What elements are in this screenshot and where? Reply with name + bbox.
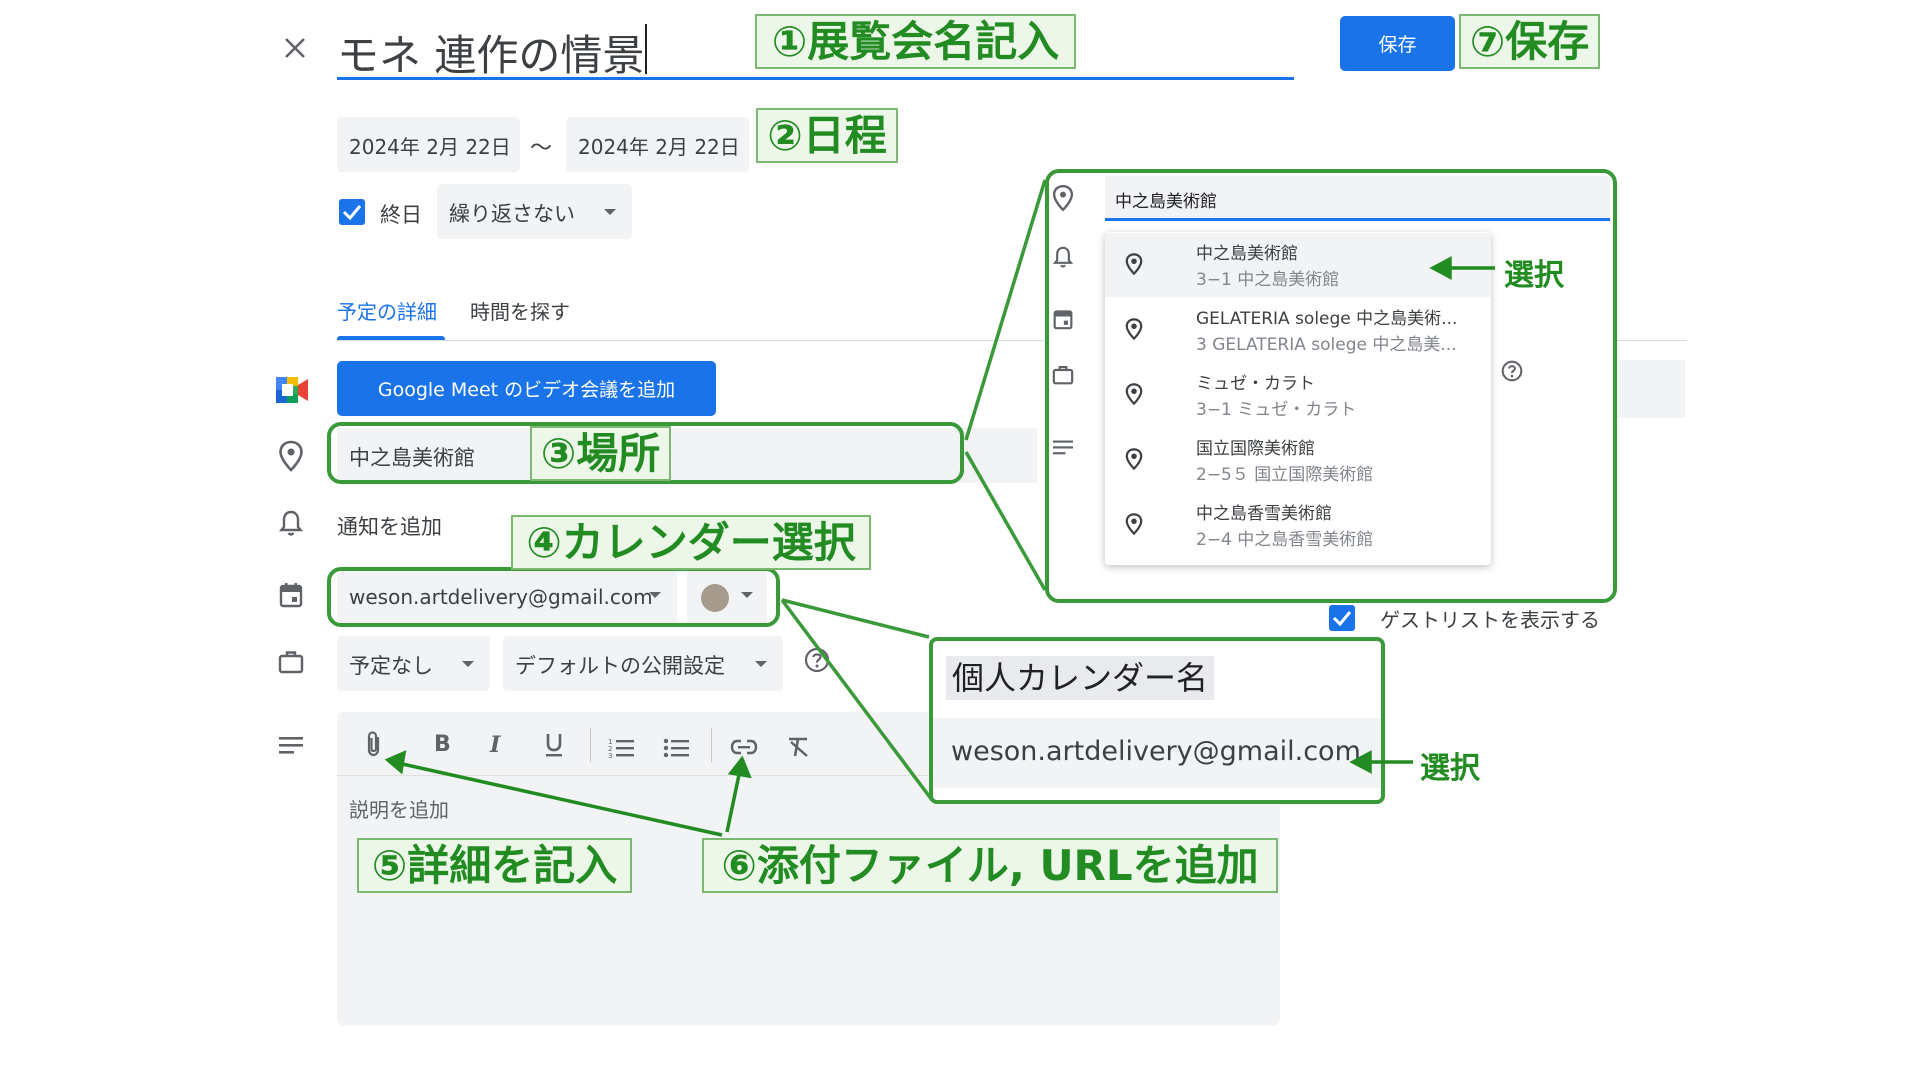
annotation-step4: ④カレンダー選択	[511, 515, 871, 570]
annotation-step2-text: ②日程	[767, 110, 887, 160]
annotation-step3: ③場所	[530, 426, 671, 481]
annotation-step7-text: ⑦保存	[1469, 16, 1590, 66]
annotation-step6-text: ⑥添付ファイル, URLを追加	[721, 840, 1259, 890]
annotation-step6: ⑥添付ファイル, URLを追加	[702, 838, 1278, 893]
annotation-step5-text: ⑤詳細を記入	[371, 840, 618, 890]
annotation-step2: ②日程	[756, 108, 898, 163]
annotation-lines	[384, 179, 1495, 837]
annotation-step3-text: ③場所	[540, 428, 661, 478]
annotation-step7: ⑦保存	[1459, 14, 1600, 69]
annotation-select-location: 選択	[1504, 258, 1564, 293]
annotation-step5: ⑤詳細を記入	[357, 838, 632, 893]
annotation-step4-text: ④カレンダー選択	[526, 517, 856, 567]
annotation-step1-text: ①展覧会名記入	[771, 16, 1060, 66]
annotation-step1: ①展覧会名記入	[755, 14, 1076, 69]
annotation-select-calendar: 選択	[1420, 751, 1480, 786]
